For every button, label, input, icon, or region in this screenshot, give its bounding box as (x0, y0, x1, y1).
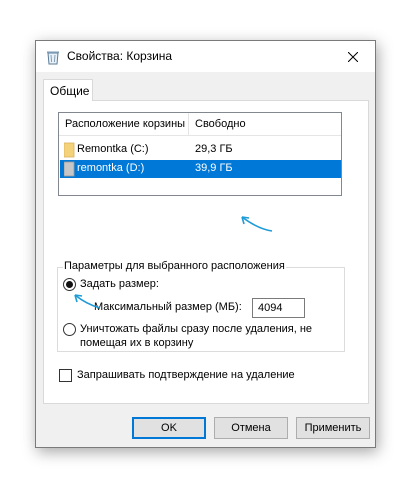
delete-immediately-label-line1[interactable]: Уничтожать файлы сразу после удаления, н… (80, 323, 312, 335)
column-header-location[interactable]: Расположение корзины (65, 118, 185, 130)
recycle-bin-folder-icon (64, 142, 75, 158)
max-size-field[interactable]: 4094 (252, 298, 305, 318)
group-title: Параметры для выбранного расположения (63, 260, 286, 272)
annotation-arrow-icon (241, 216, 273, 232)
title-bar: Свойства: Корзина (36, 41, 375, 72)
recycle-bin-properties-window: Свойства: Корзина Общие Расположение кор… (35, 40, 376, 448)
apply-button[interactable]: Применить (296, 417, 370, 439)
close-icon (348, 51, 358, 62)
list-item-drive-c[interactable]: Remontka (C:) 29,3 ГБ (60, 141, 341, 159)
tab-general[interactable]: Общие (43, 79, 93, 101)
confirm-delete-label[interactable]: Запрашивать подтверждение на удаление (77, 369, 295, 381)
list-item-drive-d[interactable]: remontka (D:) 39,9 ГБ (60, 160, 341, 178)
location-settings-group: Параметры для выбранного расположения За… (57, 260, 345, 352)
confirm-delete-checkbox[interactable] (59, 369, 72, 382)
general-tab-panel: Расположение корзины Свободно Remontka (… (43, 100, 369, 404)
cancel-button[interactable]: Отмена (214, 417, 288, 439)
drive-free-space: 39,9 ГБ (195, 162, 233, 174)
list-header: Расположение корзины Свободно (59, 113, 341, 136)
recycle-bin-icon (47, 51, 59, 65)
delete-immediately-label-line2[interactable]: помещая их в корзину (80, 337, 193, 349)
drive-free-space: 29,3 ГБ (195, 143, 233, 155)
recycle-bin-folder-icon (64, 161, 75, 177)
column-divider[interactable] (188, 113, 189, 136)
max-size-label: Максимальный размер (МБ): (94, 301, 242, 313)
close-button[interactable] (331, 41, 375, 72)
custom-size-label[interactable]: Задать размер: (80, 278, 159, 290)
drive-name: remontka (D:) (77, 162, 145, 174)
column-header-free[interactable]: Свободно (195, 118, 246, 130)
recycle-bin-location-list[interactable]: Расположение корзины Свободно Remontka (… (58, 112, 342, 196)
custom-size-radio[interactable] (63, 278, 76, 291)
delete-immediately-radio[interactable] (63, 323, 76, 336)
drive-name: Remontka (C:) (77, 143, 149, 155)
ok-button[interactable]: OK (132, 417, 206, 439)
window-title: Свойства: Корзина (67, 49, 173, 63)
